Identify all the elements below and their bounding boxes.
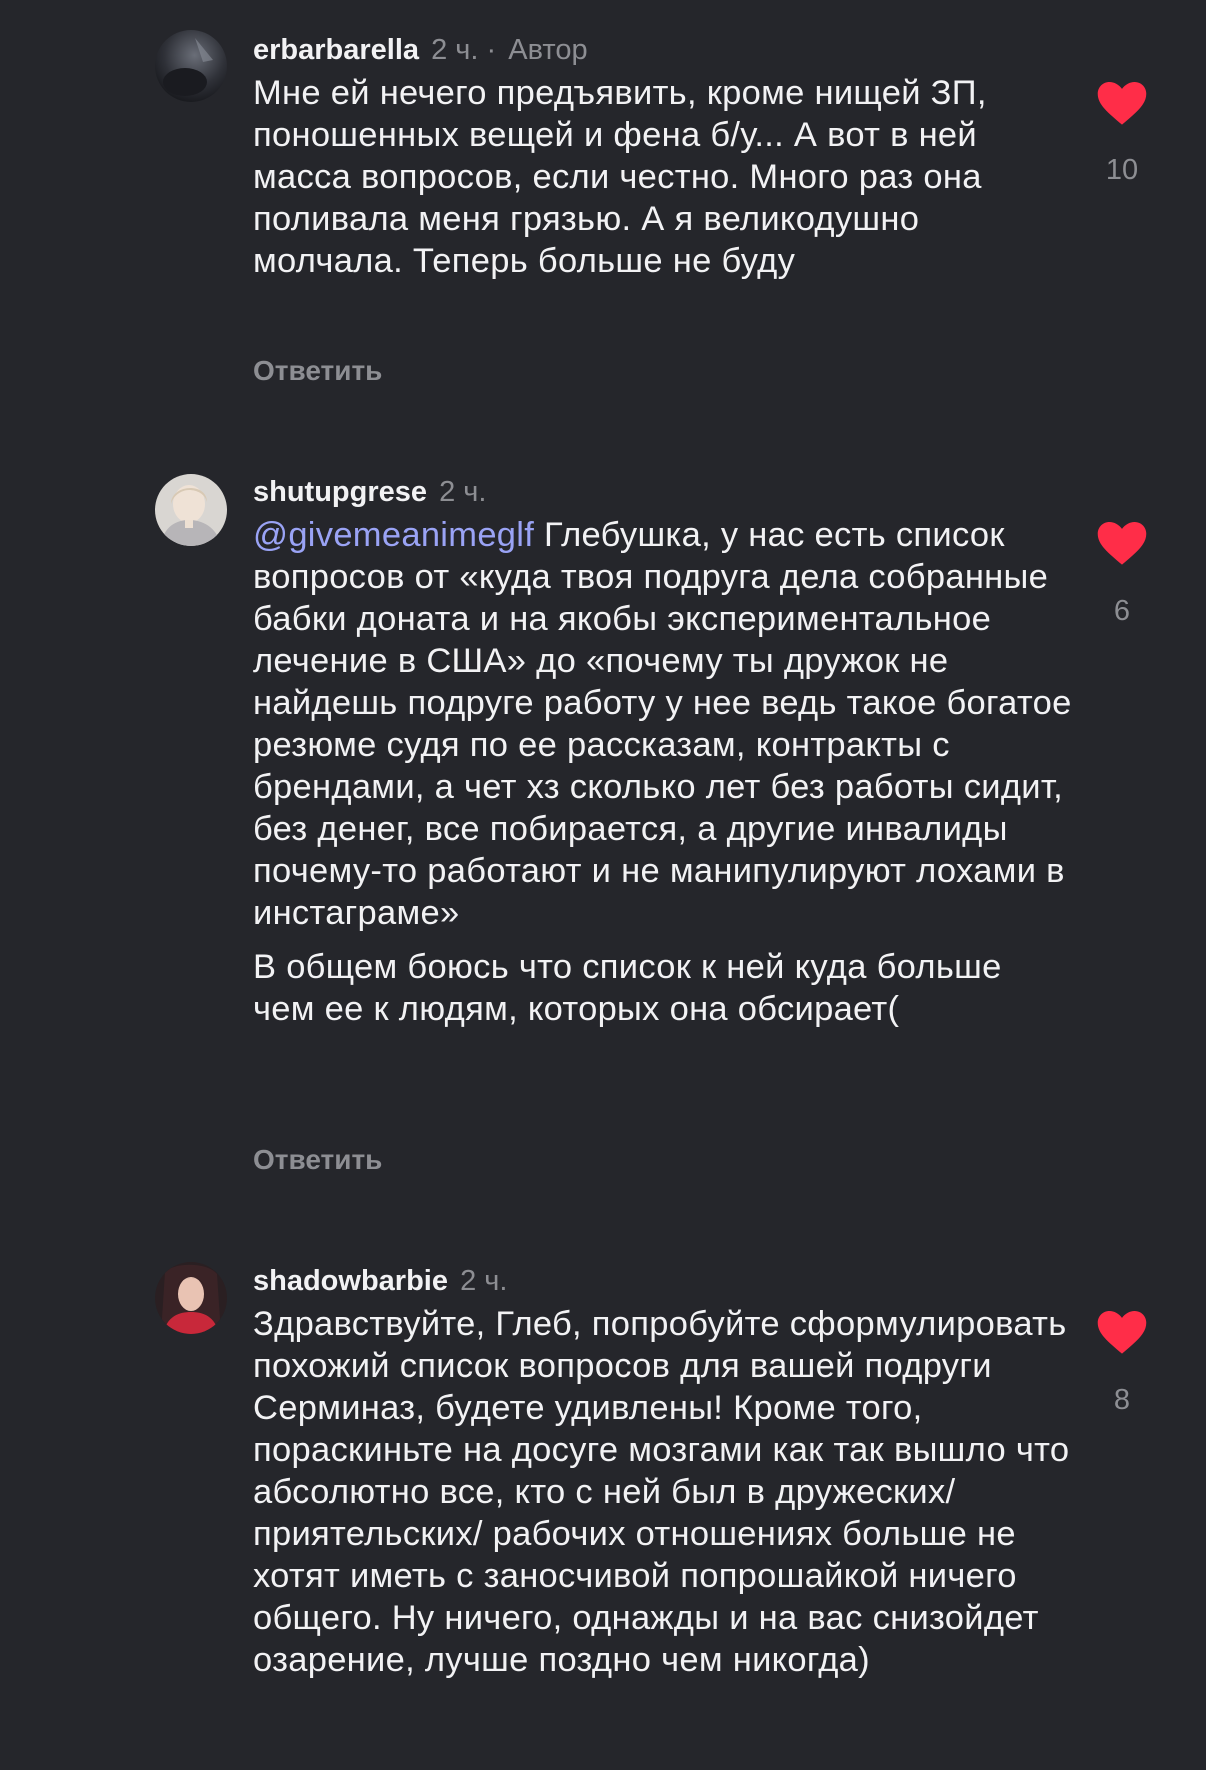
comment-paragraph-text: Глебушка, у нас есть список вопросов от … bbox=[253, 516, 1072, 932]
like-button[interactable] bbox=[1096, 1309, 1148, 1355]
comment-paragraph: Мне ей нечего предъявить, кроме нищей ЗП… bbox=[253, 74, 987, 280]
comment-text: @givemeanimeglf Глебушка, у нас есть спи… bbox=[253, 514, 1073, 1030]
username[interactable]: erbarbarella bbox=[253, 34, 419, 66]
timestamp: 2 ч. bbox=[439, 476, 487, 508]
avatar[interactable] bbox=[155, 30, 227, 102]
comment-paragraph: В общем боюсь что список к ней куда боль… bbox=[253, 948, 1002, 1028]
comment-paragraph: @givemeanimeglf Глебушка, у нас есть спи… bbox=[253, 514, 1073, 934]
comment-paragraph: Здравствуйте, Глеб, попробуйте сформулир… bbox=[253, 1305, 1070, 1679]
like-button[interactable] bbox=[1096, 80, 1148, 126]
author-separator: · bbox=[486, 34, 497, 66]
comment-text: Мне ей нечего предъявить, кроме нищей ЗП… bbox=[253, 72, 1073, 282]
like-count: 10 bbox=[1105, 154, 1139, 186]
like-count: 8 bbox=[1113, 1384, 1131, 1416]
comment-header: erbarbarella 2 ч. · Автор bbox=[253, 32, 588, 68]
avatar[interactable] bbox=[155, 1262, 227, 1334]
reply-button[interactable]: Ответить bbox=[253, 354, 382, 388]
comment-header: shutupgrese 2 ч. bbox=[253, 474, 486, 510]
heart-icon bbox=[1097, 81, 1147, 125]
timestamp: 2 ч. bbox=[460, 1265, 508, 1297]
like-count: 6 bbox=[1113, 595, 1131, 627]
like-button[interactable] bbox=[1096, 520, 1148, 566]
mention-link[interactable]: @givemeanimeglf bbox=[253, 516, 534, 554]
heart-icon bbox=[1097, 1310, 1147, 1354]
username[interactable]: shadowbarbie bbox=[253, 1265, 448, 1297]
avatar[interactable] bbox=[155, 474, 227, 546]
comment-header: shadowbarbie 2 ч. bbox=[253, 1263, 507, 1299]
reply-button[interactable]: Ответить bbox=[253, 1143, 382, 1177]
author-badge: Автор bbox=[508, 34, 588, 66]
timestamp: 2 ч. bbox=[431, 34, 479, 66]
comment-text: Здравствуйте, Глеб, попробуйте сформулир… bbox=[253, 1303, 1073, 1681]
username[interactable]: shutupgrese bbox=[253, 476, 427, 508]
heart-icon bbox=[1097, 521, 1147, 565]
